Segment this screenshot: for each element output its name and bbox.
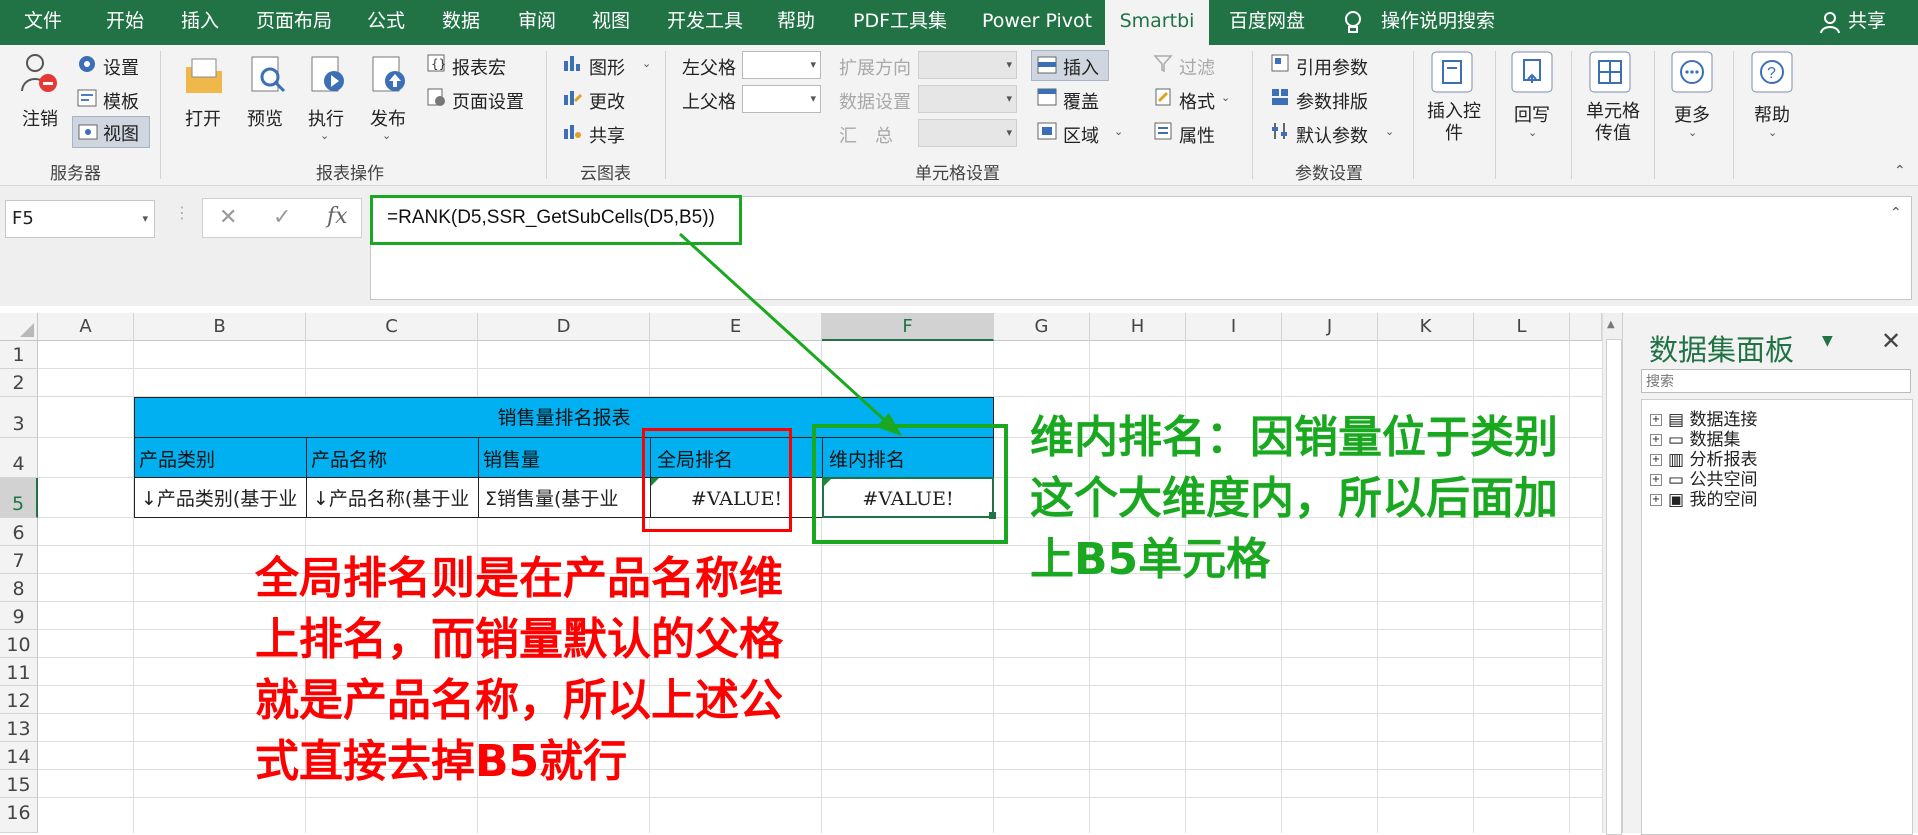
green-note-line: 维内排名：因销量位于类别 [1030,412,1558,463]
expand-icon[interactable]: + [1650,494,1662,506]
dataset-panel: 数据集面板 ▼ ✕ +▤ 数据连接 +▭ 数据集 +▥ 分析报表 +▭ 公共空间… [1622,313,1918,835]
vertical-scrollbar[interactable]: ▲ [1602,313,1623,835]
green-annotation-text: 维内排名：因销量位于类别 这个大维度内，所以后面加 上B5单元格 [1030,407,1558,590]
red-note-line: 就是产品名称，所以上述公 [255,675,783,726]
tree-item-my-space[interactable]: + ▣ 我的空间 [1650,485,1757,510]
red-note-line: 上排名，而销量默认的父格 [255,614,783,665]
tree-item-label: 我的空间 [1689,490,1758,510]
scroll-up-icon[interactable]: ▲ [1607,319,1615,330]
green-note-line: 这个大维度内，所以后面加 [1030,473,1558,524]
scrollbar-thumb[interactable] [1606,339,1622,835]
red-annotation-text: 全局排名则是在产品名称维 上排名，而销量默认的父格 就是产品名称，所以上述公 式… [255,548,783,792]
green-note-line: 上B5单元格 [1030,534,1271,585]
close-icon[interactable]: ✕ [1881,327,1901,355]
red-note-line: 全局排名则是在产品名称维 [255,553,783,604]
panel-menu-icon[interactable]: ▼ [1822,333,1833,349]
panel-search-input[interactable] [1641,369,1911,393]
red-note-line: 式直接去掉B5就行 [255,736,628,787]
panel-title: 数据集面板 [1649,333,1795,367]
user-folder-icon: ▣ [1668,490,1690,510]
